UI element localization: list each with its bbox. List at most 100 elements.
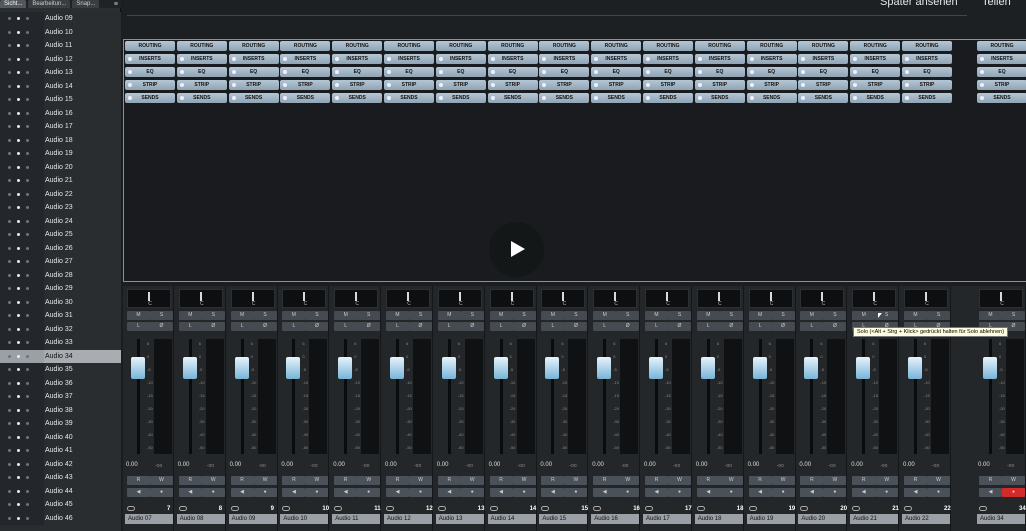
read-button[interactable]: R (178, 476, 202, 485)
mute-button[interactable]: M (541, 311, 565, 320)
read-button[interactable]: R (386, 476, 409, 485)
track-state-dot-icon[interactable] (26, 219, 29, 223)
volume-value[interactable]: 0.00 (748, 462, 760, 468)
track-state-dot-icon[interactable] (8, 138, 11, 142)
solo-button[interactable]: S (564, 311, 588, 320)
rack-strip-button[interactable]: STRIP (746, 80, 797, 90)
rack-sends-button[interactable]: SENDS (280, 93, 331, 103)
rack-sends-button[interactable]: SENDS (384, 93, 434, 103)
phase-button[interactable]: Ø (564, 322, 588, 331)
read-button[interactable]: R (645, 476, 668, 485)
rack-eq-button[interactable]: EQ (746, 67, 797, 77)
phase-button[interactable]: Ø (771, 322, 795, 331)
rack-inserts-button[interactable]: INSERTS (384, 54, 434, 64)
pan-control[interactable]: C (696, 289, 741, 308)
rack-sends-button[interactable]: SENDS (125, 93, 175, 103)
solo-button[interactable]: S (357, 311, 381, 320)
monitor-button[interactable]: ◀ (904, 488, 927, 497)
rack-eq-button[interactable]: EQ (125, 67, 175, 77)
track-state-dot-icon[interactable] (8, 219, 11, 223)
pan-control[interactable]: C (852, 289, 897, 308)
track-state-dot-icon[interactable] (26, 489, 29, 493)
track-state-dot-icon[interactable] (17, 503, 20, 506)
read-button[interactable]: R (748, 476, 772, 485)
rack-strip-button[interactable]: STRIP (228, 80, 279, 90)
track-state-dot-icon[interactable] (26, 422, 29, 425)
track-state-dot-icon[interactable] (17, 435, 20, 439)
track-row[interactable]: Audio 43 (0, 471, 121, 485)
track-state-dot-icon[interactable] (26, 192, 29, 196)
track-state-dot-icon[interactable] (8, 71, 11, 74)
volume-value[interactable]: 0.00 (126, 462, 138, 468)
pan-control[interactable]: C (282, 289, 327, 308)
write-button[interactable]: W (668, 476, 691, 485)
record-button[interactable]: ● (823, 488, 847, 497)
track-row[interactable]: Audio 32 (0, 322, 121, 336)
volume-value[interactable]: 0.00 (592, 462, 604, 468)
track-state-dot-icon[interactable] (17, 179, 20, 182)
track-state-dot-icon[interactable] (26, 287, 29, 290)
fader-handle[interactable] (390, 357, 404, 379)
rack-inserts-button[interactable]: INSERTS (539, 54, 590, 64)
rack-strip-button[interactable]: STRIP (850, 80, 901, 90)
track-state-dot-icon[interactable] (8, 476, 11, 479)
track-state-dot-icon[interactable] (26, 152, 29, 155)
rack-eq-button[interactable]: EQ (798, 67, 849, 77)
mute-button[interactable]: M (230, 311, 254, 320)
track-state-dot-icon[interactable] (17, 489, 20, 493)
rack-strip-button[interactable]: STRIP (487, 80, 538, 90)
solo-button[interactable]: S (460, 311, 484, 320)
monitor-button[interactable]: ◀ (334, 488, 358, 497)
track-state-dot-icon[interactable] (26, 206, 29, 209)
rack-strip-button[interactable]: STRIP (125, 80, 175, 90)
solo-button[interactable]: S (771, 311, 795, 320)
pan-control[interactable]: C (800, 289, 845, 308)
pan-control[interactable]: C (748, 289, 793, 308)
track-row[interactable]: Audio 21 (0, 174, 121, 188)
rack-strip-button[interactable]: STRIP (694, 80, 745, 90)
track-row[interactable]: Audio 09 (0, 12, 121, 26)
rack-sends-button[interactable]: SENDS (902, 93, 952, 103)
rack-sends-button[interactable]: SENDS (694, 93, 745, 103)
track-row[interactable]: Audio 20 (0, 160, 121, 174)
listen-button[interactable]: L (489, 322, 513, 331)
menu-icon[interactable]: ≡ (114, 1, 121, 8)
read-button[interactable]: R (489, 476, 513, 485)
rack-sends-button[interactable]: SENDS (487, 93, 538, 103)
rack-routing-button[interactable]: ROUTING (850, 41, 901, 51)
link-icon[interactable] (800, 506, 809, 511)
track-row[interactable]: Audio 22 (0, 187, 121, 201)
rack-eq-button[interactable]: EQ (176, 67, 227, 77)
rack-eq-button[interactable]: EQ (228, 67, 279, 77)
track-state-dot-icon[interactable] (8, 57, 11, 61)
track-row[interactable]: Audio 39 (0, 417, 121, 431)
listen-button[interactable]: L (541, 322, 565, 331)
pan-control[interactable]: C (593, 289, 638, 308)
write-button[interactable]: W (150, 476, 173, 485)
record-button[interactable]: ● (305, 488, 329, 497)
fader-handle[interactable] (338, 357, 353, 379)
record-button[interactable]: ● (460, 488, 484, 497)
rack-routing-button[interactable]: ROUTING (902, 41, 952, 51)
track-row[interactable]: Audio 46 (0, 511, 121, 525)
track-state-dot-icon[interactable] (17, 233, 20, 236)
record-button[interactable]: ● (253, 488, 277, 497)
rack-sends-button[interactable]: SENDS (228, 93, 279, 103)
volume-value[interactable]: 0.00 (644, 462, 656, 468)
mute-button[interactable]: M (800, 311, 824, 320)
track-state-dot-icon[interactable] (26, 314, 29, 317)
volume-fader[interactable] (700, 339, 717, 454)
volume-value[interactable]: 0.00 (799, 462, 811, 468)
track-state-dot-icon[interactable] (17, 98, 20, 101)
read-button[interactable]: R (852, 476, 876, 485)
track-state-dot-icon[interactable] (26, 246, 29, 250)
channel-name[interactable]: Audio 15 (539, 514, 588, 524)
link-icon[interactable] (437, 506, 446, 511)
rack-inserts-button[interactable]: INSERTS (798, 54, 849, 64)
track-row[interactable]: Audio 10 (0, 25, 121, 39)
track-state-dot-icon[interactable] (8, 246, 11, 250)
write-button[interactable]: W (460, 476, 484, 485)
track-row[interactable]: Audio 33 (0, 336, 121, 350)
track-state-dot-icon[interactable] (26, 17, 29, 20)
track-state-dot-icon[interactable] (8, 503, 11, 506)
